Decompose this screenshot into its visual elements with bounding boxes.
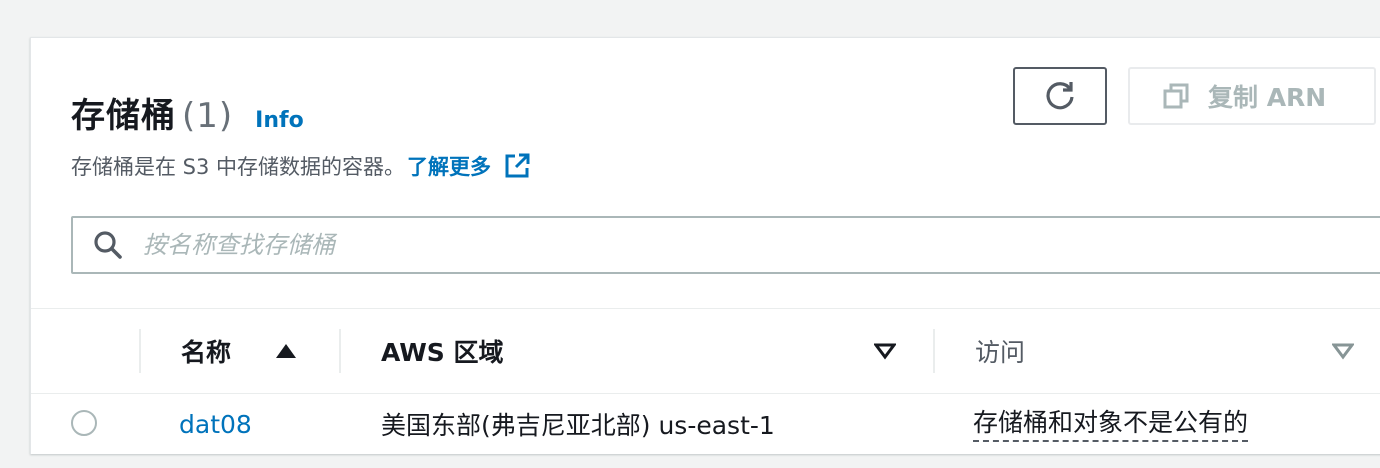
search-box	[71, 216, 1380, 274]
column-header-access-label: 访问	[975, 338, 1026, 367]
buckets-panel: 存储桶 (1) Info 存储桶是在 S3 中存储数据的容器。 了解更多 复制 …	[30, 37, 1380, 454]
column-header-region-label: AWS 区域	[381, 338, 504, 367]
column-separator	[339, 329, 341, 373]
description: 存储桶是在 S3 中存储数据的容器。 了解更多	[71, 151, 531, 181]
external-link-icon	[505, 153, 530, 178]
copy-arn-label: 复制 ARN	[1208, 83, 1327, 112]
description-text: 存储桶是在 S3 中存储数据的容器。	[71, 155, 406, 179]
bucket-region: 美国东部(弗吉尼亚北部) us-east-1	[381, 411, 775, 440]
table-header: 名称 AWS 区域 访问	[31, 309, 1380, 394]
column-header-access[interactable]: 访问	[975, 309, 1025, 393]
refresh-button[interactable]	[1013, 67, 1107, 125]
search-icon	[94, 231, 122, 259]
sort-descending-icon[interactable]	[874, 342, 896, 360]
learn-more-link[interactable]: 了解更多	[407, 151, 531, 181]
copy-icon	[1163, 83, 1189, 109]
info-link[interactable]: Info	[255, 108, 304, 133]
column-separator	[933, 329, 935, 373]
column-header-name-label: 名称	[181, 338, 232, 367]
sort-unsorted-icon[interactable]	[1332, 342, 1354, 360]
bucket-access: 存储桶和对象不是公有的	[973, 394, 1249, 454]
search-input[interactable]	[141, 230, 1045, 260]
column-header-region[interactable]: AWS 区域	[381, 309, 504, 393]
copy-arn-button[interactable]: 复制 ARN	[1128, 67, 1376, 125]
column-separator	[139, 329, 141, 373]
bucket-access-popover[interactable]: 存储桶和对象不是公有的	[973, 406, 1249, 442]
learn-more-label: 了解更多	[407, 155, 492, 179]
column-header-name[interactable]: 名称	[181, 309, 297, 393]
row-select-radio[interactable]	[71, 410, 97, 436]
refresh-icon	[1046, 82, 1074, 110]
bucket-name-link[interactable]: dat08	[179, 394, 252, 454]
sort-ascending-icon	[276, 344, 297, 358]
bucket-count: (1)	[182, 96, 234, 136]
title-text: 存储桶	[71, 96, 176, 136]
page-title: 存储桶 (1) Info	[71, 88, 304, 137]
table-row: dat08 美国东部(弗吉尼亚北部) us-east-1 存储桶和对象不是公有的	[31, 394, 1380, 454]
